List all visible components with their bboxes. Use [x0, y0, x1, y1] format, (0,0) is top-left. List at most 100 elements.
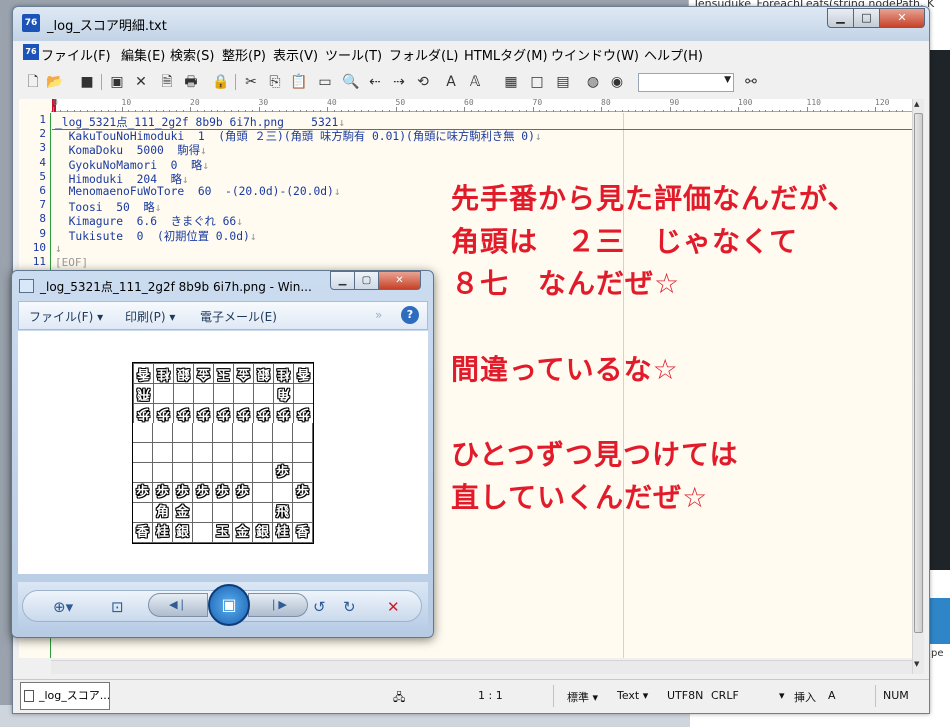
new-file-icon[interactable]: 🗋: [23, 72, 43, 92]
print-preview-icon[interactable]: 🗎: [157, 72, 177, 92]
ruler-tick: [135, 110, 137, 112]
close-file-icon[interactable]: ✕: [131, 72, 151, 92]
save-as-icon[interactable]: ▣: [107, 72, 127, 92]
board-square: 金: [233, 363, 253, 383]
board-square: [193, 523, 213, 543]
previous-button[interactable]: ◀❘: [148, 593, 208, 617]
next-button[interactable]: ❘▶: [248, 593, 308, 617]
board-square: [273, 483, 293, 503]
board-square: 金: [193, 363, 213, 383]
viewer-minimize-button[interactable]: ▁: [330, 271, 355, 290]
menu-format[interactable]: 整形(P): [222, 45, 266, 64]
ruler-tick: [121, 107, 123, 112]
chevron-more-icon[interactable]: »: [375, 308, 382, 322]
board-square: [173, 443, 193, 463]
toolbar-separator: [101, 74, 102, 90]
ruler-tick: [107, 110, 109, 112]
menu-edit[interactable]: 編集(E): [121, 45, 165, 64]
board-square: [153, 423, 173, 443]
board-square: 歩: [273, 403, 293, 423]
board-square: [253, 483, 273, 503]
ruler-tick: [142, 110, 144, 112]
cut-icon[interactable]: ✂: [241, 72, 261, 92]
ruler-tick: [237, 110, 239, 112]
board-square: 銀: [253, 523, 273, 543]
viewer-menu-file[interactable]: ファイル(F) ▾: [29, 308, 103, 325]
viewer-command-bar: ファイル(F) ▾ 印刷(P) ▾ 電子メール(E) » ?: [18, 301, 428, 330]
menu-file[interactable]: ファイル(F): [41, 45, 111, 64]
help-icon[interactable]: ?: [401, 306, 419, 324]
viewer-menu-print[interactable]: 印刷(P) ▾: [125, 308, 175, 325]
zoom-icon[interactable]: ⊕▾: [53, 598, 73, 616]
viewer-menu-email[interactable]: 電子メール(E): [200, 308, 277, 325]
rotate-left-icon[interactable]: ↺: [313, 598, 326, 616]
find-icon[interactable]: 🔍: [341, 72, 361, 92]
board-square: [213, 423, 233, 443]
board-square: [193, 463, 213, 483]
find-next-icon[interactable]: ⇢: [389, 72, 409, 92]
ruler-label: 10: [121, 99, 132, 107]
box-select-icon[interactable]: ▭: [315, 72, 335, 92]
viewer-title: _log_5321点_111_2g2f 8b9b 6i7h.png - Win.…: [40, 280, 312, 294]
board-square: [233, 463, 253, 483]
menu-folder[interactable]: フォルダ(L): [389, 45, 458, 64]
ruler-tick: [416, 110, 418, 112]
line-number: 9: [39, 226, 46, 240]
replace-icon[interactable]: ⟲: [413, 72, 433, 92]
annotation-line: 角頭は ２三 じゃなくて: [451, 225, 799, 258]
ruler-tick: [333, 110, 335, 112]
menu-search[interactable]: 検索(S): [170, 45, 214, 64]
viewer-close-button[interactable]: ✕: [378, 271, 421, 290]
board-square: 桂: [273, 363, 293, 383]
menu-app-icon[interactable]: 76: [23, 44, 39, 60]
board-square: [293, 383, 313, 403]
slideshow-button[interactable]: ▣: [208, 584, 250, 626]
text-line-content: GyokuNoMamori 0 略: [55, 158, 203, 172]
viewer-maximize-button[interactable]: ▢: [354, 271, 379, 290]
rotate-right-icon[interactable]: ↻: [343, 598, 356, 616]
text-line[interactable]: MenomaenoFuWoTore 60 -(20.0d)-(20.0d)↓: [55, 185, 341, 198]
find-previous-icon[interactable]: ⇠: [365, 72, 385, 92]
menu-view[interactable]: 表示(V): [273, 45, 318, 64]
viewer-menu-print-label: 印刷(P): [125, 310, 166, 324]
photo-viewer-window: _log_5321点_111_2g2f 8b9b 6i7h.png - Win.…: [11, 270, 434, 638]
board-square: 香: [293, 523, 313, 543]
app-icon[interactable]: 76: [22, 14, 40, 32]
ruler-tick: [59, 110, 61, 112]
board-square: [213, 443, 233, 463]
network-icon[interactable]: 🖧: [393, 689, 405, 708]
line-number: 10: [32, 240, 46, 254]
ruler-tick: [183, 110, 185, 112]
line-number: 6: [39, 184, 46, 197]
print-icon[interactable]: 🖶: [181, 72, 201, 92]
ruler-tick: [176, 110, 178, 112]
board-square: [133, 503, 153, 523]
text-line-content: KomaDoku 5000 駒得: [55, 144, 201, 158]
text-line[interactable]: ↓: [55, 242, 62, 255]
copy-icon[interactable]: ⎘: [265, 72, 285, 92]
menu-tools[interactable]: ツール(T): [325, 45, 382, 64]
ruler-tick: [66, 110, 68, 112]
text-line[interactable]: Tukisute 0 (初期位置 0.0d)↓: [55, 228, 257, 244]
shogi-board: 香桂銀金玉金銀桂香飛角歩歩歩歩歩歩歩歩歩歩歩歩歩歩歩歩歩角金飛香桂銀玉金銀桂香: [132, 362, 314, 544]
ruler-tick: [395, 107, 397, 112]
document-tab[interactable]: _log_スコア...: [20, 682, 110, 710]
board-square: 飛: [133, 383, 153, 403]
paste-icon[interactable]: 📋: [289, 72, 309, 92]
board-square: 歩: [173, 403, 193, 423]
ruler-tick: [429, 110, 431, 112]
lock-icon[interactable]: 🔒: [211, 72, 231, 92]
board-square: 香: [133, 363, 153, 383]
line-number: 5: [39, 169, 46, 183]
actual-size-icon[interactable]: ⊡: [111, 598, 124, 616]
text-line-content: Toosi 50 略: [55, 201, 155, 215]
eof-marker: [EOF]: [55, 256, 89, 269]
ruler-tick: [148, 110, 150, 112]
line-break-mark: ↓: [181, 172, 189, 186]
board-square: [193, 383, 213, 403]
ruler-tick: [320, 110, 322, 112]
save-icon[interactable]: ■: [77, 72, 97, 92]
delete-icon[interactable]: ✕: [387, 598, 400, 616]
ruler-tick: [381, 110, 383, 112]
open-folder-icon[interactable]: 📂: [45, 72, 65, 92]
